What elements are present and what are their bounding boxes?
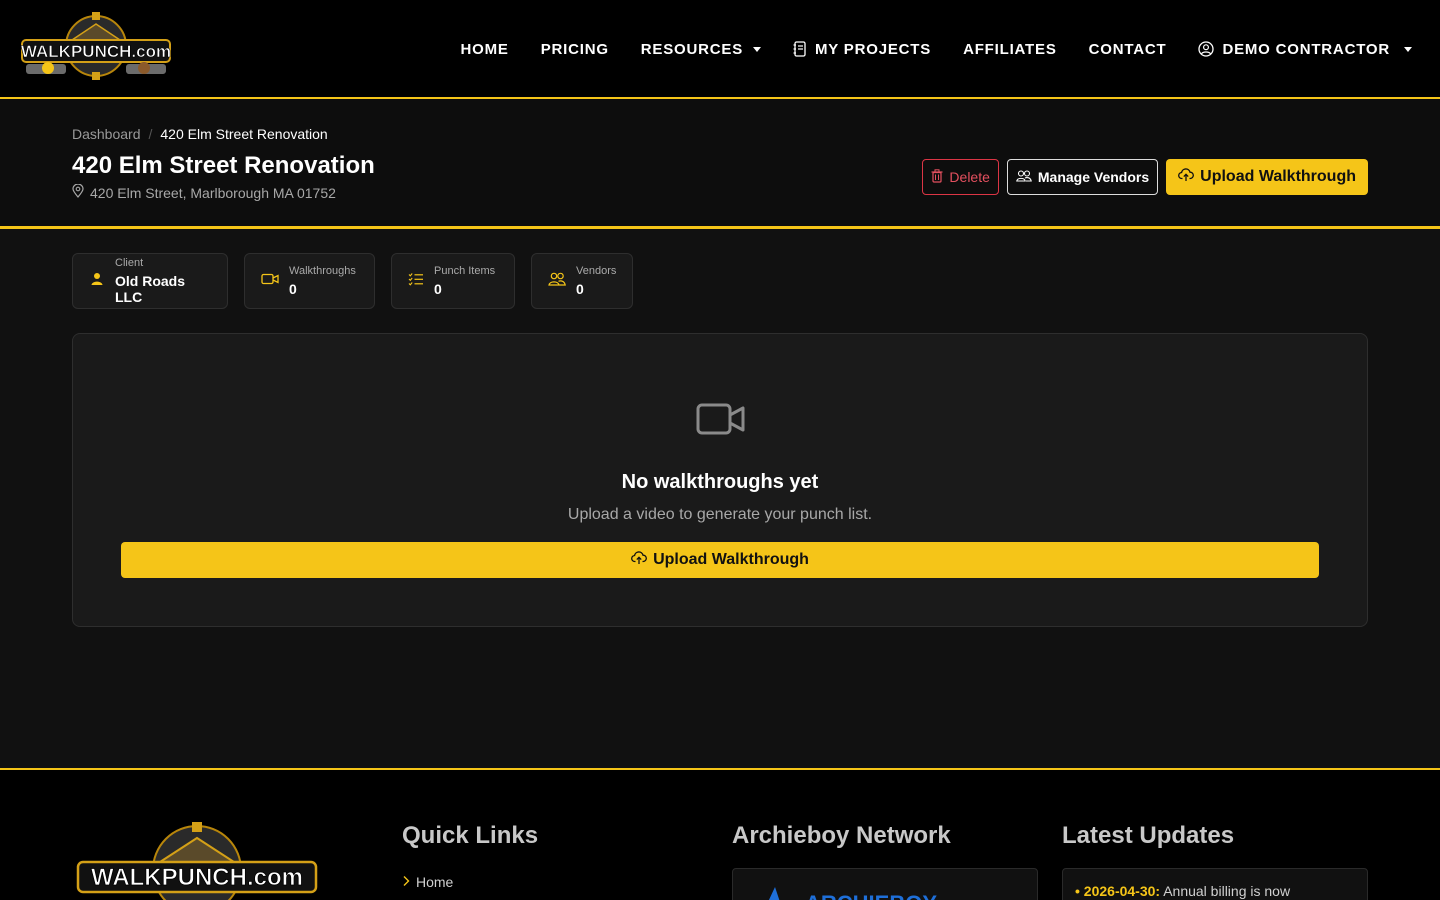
caret-down-icon	[753, 46, 762, 52]
nav-affiliates[interactable]: AFFILIATES	[963, 41, 1057, 58]
walkpunch-logo[interactable]: WALKPUNCH.com	[12, 10, 180, 88]
manage-vendors-button[interactable]: Manage Vendors	[1006, 159, 1159, 195]
delete-button[interactable]: Delete	[922, 159, 999, 195]
list-check-icon	[408, 272, 424, 291]
upload-walkthrough-wide-button[interactable]: Upload Walkthrough	[121, 542, 1319, 578]
nav-affiliates-label: AFFILIATES	[963, 40, 1057, 58]
chevron-right-icon	[402, 874, 410, 890]
archieboy-network-card[interactable]: ARCHIEBOY	[732, 868, 1038, 900]
nav-user-dropdown[interactable]: DEMO CONTRACTOR	[1198, 41, 1412, 58]
stat-vendors-label: Vendors	[576, 265, 617, 277]
upload-walkthrough-label: Upload Walkthrough	[1200, 168, 1356, 185]
footer-quick-links: Quick Links Home	[402, 822, 538, 890]
stat-client: Client Old Roads LLC	[72, 253, 228, 309]
breadcrumb: Dashboard / 420 Elm Street Renovation	[72, 126, 328, 142]
cloud-upload-icon	[1178, 167, 1195, 187]
nav-my-projects[interactable]: MY PROJECTS	[793, 41, 931, 58]
camera-video-icon	[261, 272, 279, 291]
latest-updates-title: Latest Updates	[1062, 822, 1235, 849]
cloud-upload-icon	[631, 550, 647, 570]
journal-icon	[793, 41, 807, 57]
person-icon	[89, 271, 105, 292]
quick-link-home-label: Home	[416, 874, 454, 890]
update-item: • 2026-04-30: Annual billing is now	[1075, 883, 1291, 899]
empty-state-title: No walkthroughs yet	[621, 471, 819, 493]
stat-walkthroughs-label: Walkthroughs	[289, 265, 356, 277]
navbar: WALKPUNCH.com HOME PRICING RESOURCES MY …	[0, 0, 1440, 99]
empty-state-subtitle: Upload a video to generate your punch li…	[567, 506, 873, 523]
stat-punch-items: Punch Items 0	[391, 253, 515, 309]
network-title: Archieboy Network	[732, 822, 951, 849]
nav-home-label: HOME	[460, 40, 509, 58]
stat-punch-items-label: Punch Items	[434, 265, 496, 277]
stat-vendors: Vendors 0	[531, 253, 633, 309]
geo-pin-icon	[72, 183, 84, 201]
nav-user-label: DEMO CONTRACTOR	[1222, 40, 1390, 58]
project-address: 420 Elm Street, Marlborough MA 01752	[72, 183, 336, 201]
main-nav: HOME PRICING RESOURCES MY PROJECTS AFFIL…	[460, 0, 1412, 98]
upload-walkthrough-button[interactable]: Upload Walkthrough	[1166, 159, 1368, 195]
footer-network: Archieboy Network ARCHIEBOY	[732, 822, 1038, 900]
nav-contact[interactable]: CONTACT	[1089, 41, 1167, 58]
update-text: Annual billing is now	[1163, 883, 1291, 899]
people-icon	[548, 272, 566, 291]
archieboy-logo-text: ARCHIEBOY	[805, 891, 937, 900]
project-address-text: 420 Elm Street, Marlborough MA 01752	[90, 184, 336, 201]
stat-vendors-value: 0	[576, 281, 584, 297]
nav-resources-label: RESOURCES	[640, 40, 744, 58]
delete-button-label: Delete	[949, 169, 990, 185]
camera-video-icon	[696, 402, 746, 441]
stat-walkthroughs: Walkthroughs 0	[244, 253, 375, 309]
quick-link-home[interactable]: Home	[402, 874, 538, 890]
caret-down-icon	[1404, 46, 1412, 52]
user-circle-icon	[1198, 41, 1215, 57]
nav-my-projects-label: MY PROJECTS	[815, 40, 932, 58]
upload-walkthrough-wide-label: Upload Walkthrough	[653, 551, 809, 568]
footer: WALKPUNCH.com Quick Links Home Archieboy…	[0, 768, 1440, 900]
people-icon	[1016, 169, 1032, 185]
nav-contact-label: CONTACT	[1088, 40, 1167, 58]
project-header: Dashboard / 420 Elm Street Renovation 42…	[0, 99, 1440, 229]
nav-pricing[interactable]: PRICING	[541, 41, 609, 58]
logo-text: WALKPUNCH.com	[21, 42, 171, 61]
nav-pricing-label: PRICING	[540, 40, 609, 58]
stat-punch-items-value: 0	[434, 281, 442, 297]
nav-home[interactable]: HOME	[460, 41, 508, 58]
breadcrumb-current: 420 Elm Street Renovation	[160, 126, 328, 142]
breadcrumb-separator: /	[148, 126, 153, 142]
stat-client-value: Old Roads LLC	[115, 273, 186, 305]
stat-client-label: Client	[115, 257, 144, 269]
latest-updates-card: • 2026-04-30: Annual billing is now	[1062, 868, 1368, 900]
quick-links-title: Quick Links	[402, 822, 539, 849]
page-title: 420 Elm Street Renovation	[72, 152, 375, 179]
footer-logo-text: WALKPUNCH.com	[91, 864, 303, 891]
breadcrumb-dashboard-link[interactable]: Dashboard	[72, 126, 141, 142]
archieboy-logo: ARCHIEBOY	[755, 883, 955, 900]
project-stats: Client Old Roads LLC Walkthroughs 0 Punc…	[72, 253, 633, 309]
walkthroughs-empty-state: No walkthroughs yet Upload a video to ge…	[72, 333, 1368, 627]
footer-walkpunch-logo[interactable]: WALKPUNCH.com	[72, 822, 322, 900]
nav-resources-dropdown[interactable]: RESOURCES	[640, 40, 762, 58]
stat-walkthroughs-value: 0	[289, 281, 297, 297]
manage-vendors-label: Manage Vendors	[1037, 169, 1150, 185]
update-date: 2026-04-30:	[1083, 883, 1161, 899]
footer-latest-updates: Latest Updates • 2026-04-30: Annual bill…	[1062, 822, 1368, 900]
trash-icon	[931, 168, 943, 186]
project-actions: Delete Manage Vendors Upload Walkthrough	[922, 159, 1368, 195]
